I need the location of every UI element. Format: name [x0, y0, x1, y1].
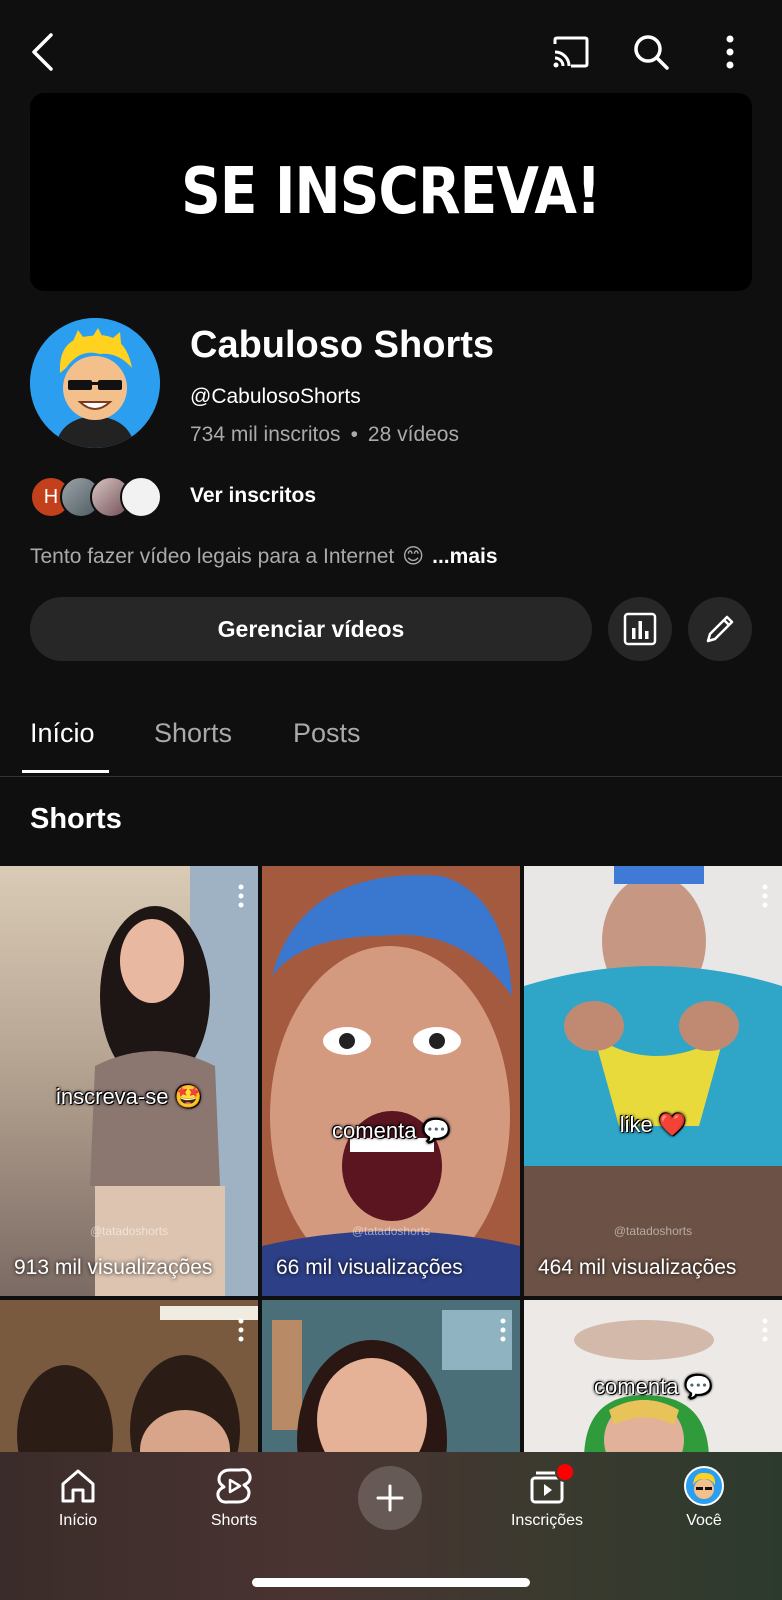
channel-stats: 734 mil inscritos • 28 vídeos [190, 423, 459, 447]
nav-label: Você [686, 1512, 722, 1529]
tab-inicio[interactable]: Início [30, 718, 95, 749]
channel-banner: SE INSCREVA! [30, 93, 752, 291]
more-vert-icon[interactable] [762, 884, 768, 913]
more-vert-icon[interactable] [762, 1318, 768, 1347]
cast-icon[interactable] [549, 30, 593, 74]
tab-posts[interactable]: Posts [293, 718, 361, 749]
short-caption: comenta 💬 [332, 1118, 450, 1143]
nav-item-inscricoes[interactable]: Inscrições [492, 1462, 602, 1530]
search-icon[interactable] [629, 30, 673, 74]
short-card[interactable]: comenta 💬 @tatadoshorts 66 mil visualiza… [262, 866, 520, 1296]
notification-dot [555, 1462, 575, 1482]
channel-name: Cabuloso Shorts [190, 324, 495, 366]
subscriber-count: 734 mil inscritos [190, 423, 341, 446]
short-watermark: @tatadoshorts [613, 1224, 693, 1238]
home-icon [61, 1469, 95, 1503]
channel-tabs: Início Shorts Posts [0, 690, 782, 777]
more-link[interactable]: ...mais [432, 545, 497, 569]
channel-handle: @CabulosoShorts [190, 385, 361, 408]
manage-videos-button[interactable]: Gerenciar vídeos [30, 597, 592, 661]
analytics-button[interactable] [608, 597, 672, 661]
edit-channel-button[interactable] [688, 597, 752, 661]
short-caption: inscreva-se 🤩 [56, 1084, 202, 1109]
more-vert-icon[interactable] [238, 1318, 244, 1347]
tab-shorts[interactable]: Shorts [154, 718, 232, 749]
short-caption: comenta 💬 [594, 1374, 712, 1399]
video-count: 28 vídeos [367, 423, 459, 446]
section-title: Shorts [30, 803, 122, 835]
back-arrow-icon[interactable] [20, 30, 64, 74]
more-vert-icon[interactable] [500, 1318, 506, 1347]
short-views: 464 mil visualizações [538, 1256, 737, 1279]
short-card[interactable]: inscreva-se 🤩 @tatadoshorts 913 mil visu… [0, 866, 258, 1296]
short-card[interactable] [262, 1300, 520, 1452]
description-text: Tento fazer vídeo legais para a Internet [30, 544, 395, 568]
short-watermark: @tatadoshorts [351, 1224, 431, 1238]
active-tab-indicator [22, 770, 109, 773]
pencil-icon [706, 615, 734, 643]
nav-label: Início [58, 1512, 98, 1529]
banner-text: SE INSCREVA! [181, 155, 601, 229]
create-button[interactable] [358, 1466, 422, 1530]
thumbnail-image [0, 1300, 258, 1452]
nav-item-shorts[interactable]: Shorts [179, 1466, 289, 1530]
short-card[interactable] [0, 1300, 258, 1452]
nav-item-voce[interactable]: Você [649, 1466, 759, 1530]
plus-icon [376, 1484, 404, 1512]
thumbnail-image [262, 1300, 520, 1452]
analytics-icon [623, 612, 657, 646]
short-watermark: @tatadoshorts [89, 1224, 169, 1238]
short-views: 66 mil visualizações [276, 1256, 463, 1279]
more-vert-icon[interactable] [708, 30, 752, 74]
short-card[interactable]: comenta 💬 [524, 1300, 782, 1452]
avatar [684, 1466, 724, 1506]
home-indicator[interactable] [252, 1578, 530, 1587]
channel-description[interactable]: Tento fazer vídeo legais para a Internet… [30, 544, 498, 569]
shorts-icon [216, 1468, 252, 1504]
more-vert-icon[interactable] [238, 884, 244, 913]
description-emoji: 😊 [402, 545, 425, 568]
stats-separator: • [350, 423, 358, 446]
short-caption: like ❤️ [619, 1112, 687, 1137]
short-card[interactable]: like ❤️ @tatadoshorts 464 mil visualizaç… [524, 866, 782, 1296]
top-app-bar [0, 0, 782, 100]
nav-item-inicio[interactable]: Início [23, 1466, 133, 1530]
nav-label: Shorts [210, 1512, 258, 1529]
subscriber-avatars[interactable]: H [30, 474, 162, 520]
subscriber-avatar [120, 476, 162, 518]
view-subscribers-link[interactable]: Ver inscritos [190, 484, 316, 508]
nav-label: Inscrições [510, 1512, 584, 1529]
bottom-navigation: Início Shorts Inscrições Você [0, 1452, 782, 1600]
short-views: 913 mil visualizações [14, 1256, 213, 1279]
channel-avatar[interactable] [30, 318, 160, 448]
